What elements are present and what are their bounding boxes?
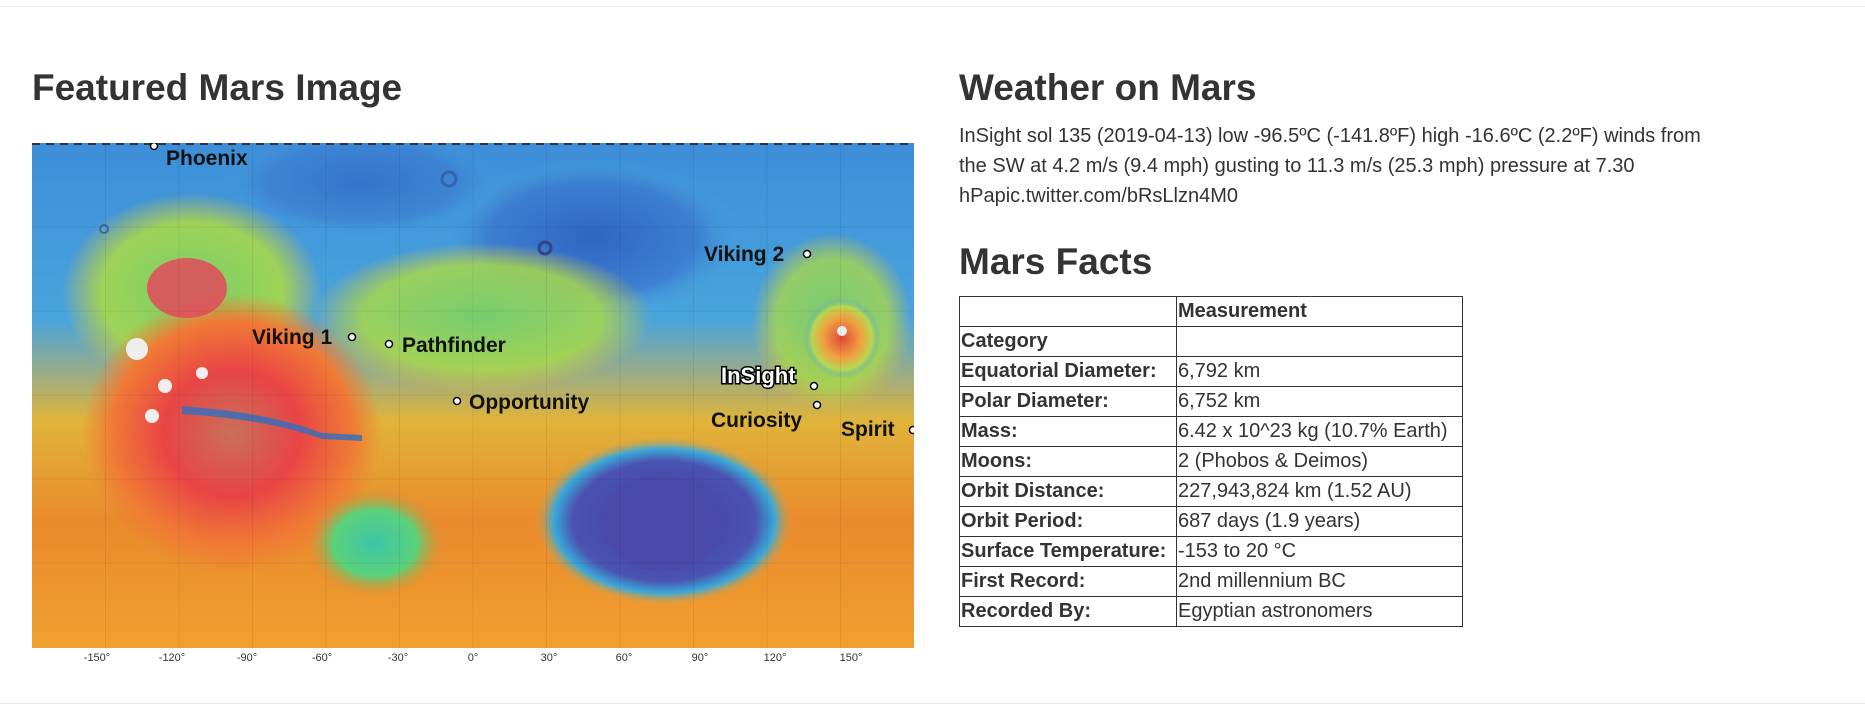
mars-facts-heading: Mars Facts bbox=[959, 241, 1153, 282]
table-row: Mass: 6.42 x 10^23 kg (10.7% Earth) bbox=[959, 416, 1463, 447]
featured-image-heading: Featured Mars Image bbox=[32, 67, 403, 108]
label-spirit: Spirit bbox=[841, 418, 895, 441]
label-curiosity: Curiosity bbox=[711, 409, 802, 432]
row-label: Orbit Distance: bbox=[959, 476, 1177, 507]
header-category: Category bbox=[959, 326, 1177, 357]
row-label: Equatorial Diameter: bbox=[959, 356, 1177, 387]
tick-label: 30° bbox=[541, 652, 558, 664]
row-value: 2nd millennium BC bbox=[1176, 566, 1463, 597]
lander-pathfinder: Pathfinder bbox=[384, 334, 506, 357]
row-value: -153 to 20 °C bbox=[1176, 536, 1463, 567]
table-row: Moons: 2 (Phobos & Deimos) bbox=[959, 446, 1463, 477]
tick-label: -60° bbox=[312, 652, 332, 664]
row-value: 227,943,824 km (1.52 AU) bbox=[1176, 476, 1463, 507]
label-viking2: Viking 2 bbox=[704, 243, 784, 266]
table-header-row: Measurement bbox=[959, 296, 1463, 327]
tick-label: 120° bbox=[764, 652, 787, 664]
row-label: Orbit Period: bbox=[959, 506, 1177, 537]
tick-label: -120° bbox=[159, 652, 185, 664]
weather-heading: Weather on Mars bbox=[959, 67, 1257, 108]
label-pathfinder: Pathfinder bbox=[402, 334, 506, 357]
tick-label: 60° bbox=[616, 652, 633, 664]
mars-map-svg: Phoenix Viking 1 Pathfinder Opportunity … bbox=[32, 143, 914, 665]
featured-mars-image[interactable]: Phoenix Viking 1 Pathfinder Opportunity … bbox=[32, 143, 914, 665]
row-value: Egyptian astronomers bbox=[1176, 596, 1463, 627]
tick-label: -150° bbox=[84, 652, 110, 664]
header-empty-cell bbox=[959, 296, 1177, 327]
row-value: 6,752 km bbox=[1176, 386, 1463, 417]
table-row: First Record: 2nd millennium BC bbox=[959, 566, 1463, 597]
table-row: Orbit Period: 687 days (1.9 years) bbox=[959, 506, 1463, 537]
row-label: Polar Diameter: bbox=[959, 386, 1177, 417]
row-label: First Record: bbox=[959, 566, 1177, 597]
label-phoenix: Phoenix bbox=[166, 147, 248, 170]
tick-label: -90° bbox=[237, 652, 257, 664]
tick-label: 90° bbox=[692, 652, 709, 664]
label-opportunity: Opportunity bbox=[469, 391, 589, 414]
table-header-row: Category bbox=[959, 326, 1463, 357]
header-empty-cell bbox=[1176, 326, 1463, 357]
table-row: Polar Diameter: 6,752 km bbox=[959, 386, 1463, 417]
label-insight: InSight bbox=[721, 363, 796, 388]
row-label: Moons: bbox=[959, 446, 1177, 477]
label-viking1: Viking 1 bbox=[252, 326, 332, 349]
table-row: Recorded By: Egyptian astronomers bbox=[959, 596, 1463, 627]
row-label: Surface Temperature: bbox=[959, 536, 1177, 567]
lander-phoenix: Phoenix bbox=[149, 143, 248, 170]
table-row: Orbit Distance: 227,943,824 km (1.52 AU) bbox=[959, 476, 1463, 507]
row-value: 2 (Phobos & Deimos) bbox=[1176, 446, 1463, 477]
top-divider bbox=[0, 6, 1865, 7]
table-row: Surface Temperature: -153 to 20 °C bbox=[959, 536, 1463, 567]
row-value: 6.42 x 10^23 kg (10.7% Earth) bbox=[1176, 416, 1463, 447]
row-value: 6,792 km bbox=[1176, 356, 1463, 387]
tick-label: 0° bbox=[468, 652, 479, 664]
lander-opportunity: Opportunity bbox=[452, 391, 589, 414]
row-label: Mass: bbox=[959, 416, 1177, 447]
table-row: Equatorial Diameter: 6,792 km bbox=[959, 356, 1463, 387]
header-measurement: Measurement bbox=[1176, 296, 1463, 327]
tick-label: 150° bbox=[840, 652, 863, 664]
weather-report: InSight sol 135 (2019-04-13) low -96.5ºC… bbox=[959, 125, 1701, 207]
tick-label: -30° bbox=[388, 652, 408, 664]
mars-facts-table: Measurement Category Equatorial Diameter… bbox=[959, 296, 1463, 627]
bottom-divider bbox=[0, 703, 1865, 704]
row-label: Recorded By: bbox=[959, 596, 1177, 627]
row-value: 687 days (1.9 years) bbox=[1176, 506, 1463, 537]
